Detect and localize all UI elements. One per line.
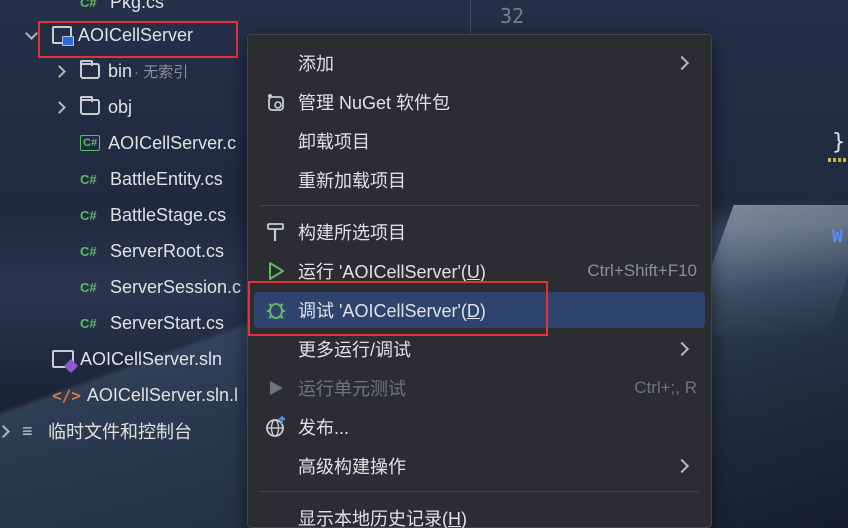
menu-item-label: 更多运行/调试 [298, 340, 412, 360]
tree-item-label: AOICellServer.sln.l [86, 384, 238, 405]
chevron-right-icon[interactable] [0, 424, 10, 438]
csproj-file-icon: C# [80, 135, 101, 151]
line-number: 32 [500, 4, 525, 28]
menu-item-label: 高级构建操作 [298, 457, 406, 477]
tree-item-file[interactable]: C# ServerSession.c [80, 269, 241, 305]
submenu-arrow-icon [674, 458, 690, 474]
csharp-file-icon: C# [80, 207, 97, 223]
menu-item-label: 显示本地历史记录(H) [298, 509, 467, 528]
code-brace[interactable]: } [832, 130, 845, 155]
csharp-file-icon: C# [80, 243, 97, 259]
run-icon [254, 261, 298, 281]
submenu-arrow-icon [674, 341, 690, 357]
tree-item-label: Pkg.cs [110, 0, 165, 12]
csharp-file-icon: C# [80, 0, 97, 10]
tree-item-label: BattleStage.cs [110, 204, 227, 225]
tree-item-label: ServerStart.cs [110, 312, 225, 333]
submenu-arrow-icon [674, 55, 690, 71]
tree-item-label: obj [108, 96, 133, 117]
highlight-box-debug [248, 281, 548, 336]
tree-item-bin[interactable]: bin · 无索引 [52, 53, 188, 89]
scratches-icon: ≡ [22, 420, 33, 441]
menu-separator [260, 491, 699, 492]
menu-item-label: 添加 [298, 54, 334, 74]
tree-item-label: ServerSession.c [110, 276, 242, 297]
menu-item-more-run[interactable]: 更多运行/调试 [254, 331, 705, 367]
menu-item-label: 运行单元测试 [298, 379, 406, 399]
menu-item-add[interactable]: 添加 [254, 45, 705, 81]
menu-shortcut: Ctrl+Shift+F10 [587, 261, 697, 280]
menu-item-reload[interactable]: 重新加载项目 [254, 162, 705, 198]
chevron-right-icon[interactable] [52, 64, 66, 78]
menu-item-label: 管理 NuGet 软件包 [298, 93, 451, 113]
menu-item-unload[interactable]: 卸载项目 [254, 123, 705, 159]
tree-item-file[interactable]: C# ServerRoot.cs [80, 233, 224, 269]
menu-item-label: 卸载项目 [298, 132, 370, 152]
chevron-down-icon[interactable] [24, 28, 38, 42]
tree-item-label: ServerRoot.cs [110, 240, 225, 261]
code-fragment[interactable]: W [832, 226, 843, 247]
nuget-icon [254, 91, 298, 113]
tree-item-sln-file[interactable]: </> AOICellServer.sln.l [52, 377, 238, 413]
tree-item-label: bin [108, 60, 133, 81]
menu-shortcut: Ctrl+;, R [634, 378, 697, 397]
menu-item-label: 重新加载项目 [298, 171, 406, 191]
no-index-hint: · 无索引 [134, 63, 189, 81]
menu-item-advanced-build[interactable]: 高级构建操作 [254, 448, 705, 484]
menu-item-local-history[interactable]: 显示本地历史记录(H) [254, 500, 705, 528]
tree-item-file[interactable]: C# ServerStart.cs [80, 305, 224, 341]
run-disabled-icon [254, 379, 298, 397]
tree-item-file[interactable]: C# BattleStage.cs [80, 197, 226, 233]
tree-item-label: AOICellServer.c [108, 132, 237, 153]
menu-item-label: 发布... [298, 418, 350, 438]
menu-item-nuget[interactable]: 管理 NuGet 软件包 [254, 84, 705, 120]
tree-item-label: AOICellServer.sln [80, 348, 223, 369]
tree-item-label: BattleEntity.cs [110, 168, 223, 189]
hammer-icon [254, 221, 298, 243]
chevron-right-icon[interactable] [52, 100, 66, 114]
csharp-file-icon: C# [80, 279, 97, 295]
tree-item-csproj[interactable]: C# AOICellServer.c [80, 125, 236, 161]
folder-icon [80, 96, 100, 115]
solution-icon [52, 350, 74, 368]
tree-item-obj[interactable]: obj [52, 89, 132, 125]
tree-item-scratches[interactable]: ≡ 临时文件和控制台 [0, 413, 192, 449]
menu-separator [260, 205, 699, 206]
menu-item-label: 构建所选项目 [298, 223, 406, 243]
xml-file-icon: </> [52, 385, 81, 405]
publish-globe-icon [254, 416, 298, 438]
warning-squiggle [828, 158, 848, 162]
csharp-file-icon: C# [80, 171, 97, 187]
tree-item-sln[interactable]: AOICellServer.sln [52, 341, 222, 377]
tree-item-label: 临时文件和控制台 [48, 422, 192, 442]
folder-icon [80, 60, 100, 79]
menu-item-publish[interactable]: 发布... [254, 409, 705, 445]
tree-item-file[interactable]: C# BattleEntity.cs [80, 161, 223, 197]
menu-item-unit-test[interactable]: 运行单元测试 Ctrl+;, R [254, 370, 705, 406]
csharp-file-icon: C# [80, 315, 97, 331]
menu-item-build[interactable]: 构建所选项目 [254, 214, 705, 250]
